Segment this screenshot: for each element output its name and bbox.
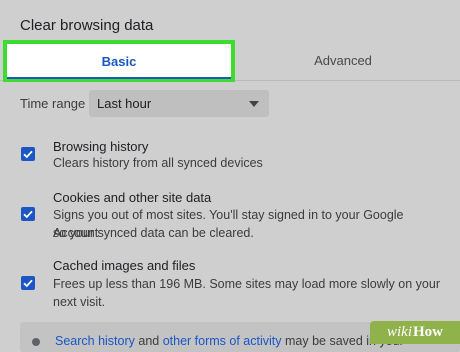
cookies-title: Cookies and other site data <box>53 190 212 205</box>
tab-basic-label: Basic <box>101 53 137 69</box>
info-icon <box>32 338 40 346</box>
search-history-link[interactable]: Search history <box>55 334 135 348</box>
check-icon <box>23 150 33 159</box>
cookies-checkbox[interactable] <box>21 207 35 221</box>
clear-browsing-data-dialog: Clear browsing data Basic Advanced Time … <box>0 0 460 352</box>
cached-images-checkbox[interactable] <box>21 276 35 290</box>
other-activity-link[interactable]: other forms of activity <box>163 334 282 348</box>
dialog-title: Clear browsing data <box>20 17 154 34</box>
time-range-value: Last hour <box>97 96 152 111</box>
tab-basic-underline <box>7 77 231 79</box>
cached-images-description-line1: Frees up less than 196 MB. Some sites ma… <box>53 277 440 291</box>
check-icon <box>23 210 33 219</box>
tab-advanced[interactable]: Advanced <box>236 40 450 80</box>
cached-images-description-line2: next visit. <box>53 295 106 309</box>
wikihow-watermark: wiki How <box>370 321 460 344</box>
cached-images-title: Cached images and files <box>53 258 196 273</box>
time-range-label: Time range <box>20 96 86 111</box>
browsing-history-description: Clears history from all synced devices <box>53 156 263 170</box>
tab-bar: Basic Advanced <box>0 40 460 82</box>
time-range-select[interactable]: Last hour <box>89 90 269 117</box>
tab-basic[interactable]: Basic <box>3 40 235 82</box>
notice-text: Search history and other forms of activi… <box>55 334 404 348</box>
notice-text-1: and <box>134 334 163 348</box>
caret-down-icon <box>249 101 259 107</box>
watermark-how: How <box>413 324 443 340</box>
cookies-description-line2: so your synced data can be cleared. <box>53 226 254 240</box>
tab-advanced-label: Advanced <box>314 52 372 68</box>
watermark-wiki: wiki <box>387 324 412 340</box>
check-icon <box>23 279 33 288</box>
browsing-history-checkbox[interactable] <box>21 147 35 161</box>
browsing-history-title: Browsing history <box>53 139 149 154</box>
